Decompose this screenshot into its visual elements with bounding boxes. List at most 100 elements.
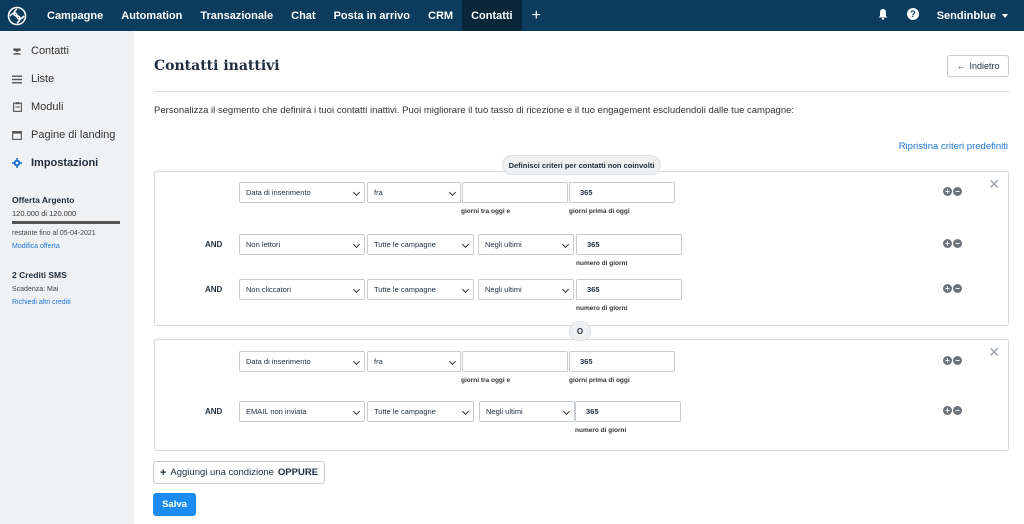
days-hint: numero di giorni [576, 305, 628, 312]
field-select-value: Non lettori [246, 240, 281, 249]
chevron-down-icon [562, 407, 571, 416]
plus-circle-icon[interactable]: + [943, 239, 952, 248]
sidebar-item-moduli[interactable]: Moduli [0, 93, 134, 121]
days-before-input[interactable]: 365 [569, 351, 675, 372]
days-before-hint: giorni prima di oggi [569, 377, 630, 384]
sms-credits-info: 2 Crediti SMS Scadenza: Mai Richiedi alt… [0, 270, 134, 306]
days-before-hint: giorni prima di oggi [569, 208, 630, 215]
add-or-condition-button[interactable]: + Aggiungi una condizione OPPURE [153, 461, 325, 484]
or-separator: O [569, 321, 591, 341]
minus-circle-icon[interactable]: − [953, 356, 962, 365]
field-select[interactable]: Non lettori [239, 234, 365, 255]
minus-circle-icon[interactable]: − [953, 187, 962, 196]
nav-automation[interactable]: Automation [112, 0, 191, 31]
condition-group: ✕ Data di inserimento fra 365 giorni tra… [154, 171, 1009, 326]
days-input[interactable]: 365 [576, 234, 682, 255]
nav-contatti[interactable]: Contatti [462, 0, 522, 31]
sidebar-item-contatti[interactable]: Contatti [0, 37, 134, 65]
users-icon [12, 46, 22, 56]
chevron-down-icon [352, 357, 361, 366]
campaign-select[interactable]: Tutte le campagne [367, 401, 474, 422]
condition-row: AND Non lettori Tutte le campagne Negli … [155, 234, 1010, 267]
back-button[interactable]: ← Indietro [947, 55, 1009, 77]
browser-window-icon [12, 130, 22, 140]
notifications-bell-icon[interactable] [877, 7, 889, 25]
days-before-value: 365 [580, 188, 593, 197]
days-input[interactable]: 365 [575, 401, 681, 422]
add-condition-bold-label: OPPURE [277, 467, 319, 478]
add-remove-controls: + − [943, 239, 962, 248]
field-select-value: EMAIL non inviata [246, 407, 307, 416]
minus-circle-icon[interactable]: − [953, 406, 962, 415]
plus-circle-icon[interactable]: + [943, 406, 952, 415]
sidebar-item-label: Contatti [31, 45, 69, 57]
minus-circle-icon[interactable]: − [953, 239, 962, 248]
add-remove-controls: + − [943, 406, 962, 415]
arrow-left-icon: ← [956, 61, 966, 71]
svg-text:?: ? [910, 9, 916, 19]
account-menu[interactable]: Sendinblue [937, 10, 1008, 22]
nav-chat[interactable]: Chat [282, 0, 324, 31]
campaign-select-value: Tutte le campagne [374, 285, 436, 294]
days-hint: numero di giorni [575, 427, 627, 434]
chevron-down-icon [561, 240, 570, 249]
chevron-down-icon [352, 407, 361, 416]
days-input[interactable]: 365 [576, 279, 682, 300]
days-from-input[interactable] [462, 351, 568, 372]
days-from-input[interactable] [462, 182, 568, 203]
criteria-header: Definisci criteri per contatti non coinv… [502, 155, 661, 175]
minus-circle-icon[interactable]: − [953, 284, 962, 293]
help-icon[interactable]: ? [906, 7, 919, 25]
plus-circle-icon[interactable]: + [943, 284, 952, 293]
divider [154, 91, 1009, 92]
plus-icon: + [159, 466, 167, 479]
reset-default-criteria-link[interactable]: Ripristina criteri predefiniti [899, 141, 1008, 152]
clipboard-icon [12, 102, 22, 112]
sidebar-item-pagine-di-landing[interactable]: Pagine di landing [0, 121, 134, 149]
nav-transazionale[interactable]: Transazionale [191, 0, 282, 31]
plus-circle-icon[interactable]: + [943, 187, 952, 196]
plan-info: Offerta Argento 120.000 di 120.000 resta… [0, 195, 134, 250]
condition-row: Data di inserimento fra 365 giorni tra o… [155, 182, 1010, 215]
request-credits-link[interactable]: Richiedi altri crediti [12, 299, 122, 306]
field-select[interactable]: Data di inserimento [239, 182, 365, 203]
account-name: Sendinblue [936, 9, 996, 22]
chevron-down-icon [561, 285, 570, 294]
period-select[interactable]: Negli ultimi [478, 279, 574, 300]
field-select[interactable]: Data di inserimento [239, 351, 365, 372]
save-button[interactable]: Salva [153, 493, 196, 516]
sms-credits-title: 2 Crediti SMS [12, 270, 67, 280]
period-select-value: Negli ultimi [485, 240, 522, 249]
days-value: 365 [587, 285, 600, 294]
period-select[interactable]: Negli ultimi [478, 234, 574, 255]
operator-select[interactable]: fra [367, 182, 461, 203]
modify-offer-link[interactable]: Modifica offerta [12, 243, 122, 250]
add-icon[interactable]: + [522, 0, 551, 31]
nav-campagne[interactable]: Campagne [38, 0, 112, 31]
chevron-down-icon [448, 188, 457, 197]
nav-posta-in-arrivo[interactable]: Posta in arrivo [325, 0, 419, 31]
gear-icon [12, 158, 22, 168]
period-select[interactable]: Negli ultimi [479, 401, 575, 422]
add-remove-controls: + − [943, 284, 962, 293]
sidebar-item-impostazioni[interactable]: Impostazioni [0, 149, 134, 177]
operator-select[interactable]: fra [367, 351, 461, 372]
back-button-label: Indietro [969, 61, 1000, 71]
sidebar-item-label: Moduli [31, 101, 64, 113]
campaign-select[interactable]: Tutte le campagne [367, 234, 474, 255]
chevron-down-icon [352, 240, 361, 249]
plus-circle-icon[interactable]: + [943, 356, 952, 365]
field-select[interactable]: EMAIL non inviata [239, 401, 365, 422]
sidebar-item-liste[interactable]: Liste [0, 65, 134, 93]
plan-remaining: restante fino al 05-04-2021 [12, 230, 96, 237]
condition-row: Data di inserimento fra 365 giorni tra o… [155, 351, 1010, 384]
sidebar: Contatti Liste Moduli Pagine di landing … [0, 31, 134, 524]
page-description: Personalizza il segmento che definirá i … [154, 105, 795, 116]
field-select[interactable]: Non cliccatori [239, 279, 365, 300]
sendinblue-logo-icon[interactable] [2, 0, 32, 31]
days-before-input[interactable]: 365 [569, 182, 675, 203]
campaign-select[interactable]: Tutte le campagne [367, 279, 474, 300]
operator-select-value: fra [374, 188, 383, 197]
nav-crm[interactable]: CRM [419, 0, 462, 31]
days-from-hint: giorni tra oggi e [461, 377, 511, 384]
